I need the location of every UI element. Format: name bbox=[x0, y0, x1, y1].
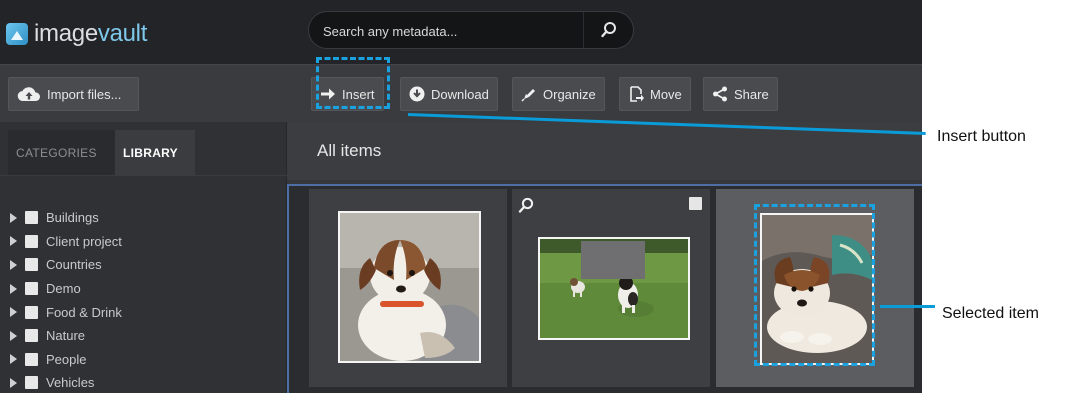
share-icon bbox=[713, 86, 727, 102]
selected-callout-line bbox=[880, 305, 935, 308]
expand-arrow-icon[interactable] bbox=[10, 259, 17, 270]
tree-item-nature[interactable]: Nature bbox=[10, 324, 122, 348]
expand-arrow-icon[interactable] bbox=[10, 377, 17, 388]
category-tree: Buildings Client project Countries Demo … bbox=[10, 206, 122, 393]
tree-item-label: Vehicles bbox=[46, 375, 95, 391]
logo-icon bbox=[6, 23, 28, 45]
download-label: Download bbox=[431, 86, 489, 102]
download-button[interactable]: Download bbox=[400, 77, 498, 111]
tree-item-label: Demo bbox=[46, 281, 81, 297]
share-label: Share bbox=[734, 86, 769, 102]
insert-callout-label: Insert button bbox=[937, 128, 1026, 145]
expand-arrow-icon[interactable] bbox=[10, 330, 17, 341]
logo-text-prefix: image bbox=[34, 20, 98, 47]
puppy-sitting-photo bbox=[340, 213, 479, 361]
organize-label: Organize bbox=[543, 86, 596, 102]
sidebar-tabs: CATEGORIES LIBRARY bbox=[8, 130, 195, 175]
tab-categories[interactable]: CATEGORIES bbox=[8, 130, 115, 175]
checkbox[interactable] bbox=[25, 282, 38, 296]
logo[interactable]: imagevault bbox=[6, 18, 147, 50]
tree-item-food-drink[interactable]: Food & Drink bbox=[10, 300, 122, 324]
selected-callout-label: Selected item bbox=[942, 305, 1039, 322]
checkbox[interactable] bbox=[25, 376, 38, 390]
top-bar: imagevault bbox=[0, 0, 922, 64]
expand-arrow-icon[interactable] bbox=[10, 236, 17, 247]
tabs-divider bbox=[0, 175, 287, 176]
selected-item-highlight-frame bbox=[754, 204, 875, 366]
insert-highlight-frame bbox=[316, 57, 390, 109]
search-icon bbox=[600, 22, 616, 38]
checkbox[interactable] bbox=[25, 258, 38, 272]
search-input[interactable] bbox=[323, 20, 573, 42]
search-button[interactable] bbox=[583, 12, 633, 48]
tree-item-vehicles[interactable]: Vehicles bbox=[10, 371, 122, 393]
logo-text: imagevault bbox=[34, 20, 147, 48]
expand-arrow-icon[interactable] bbox=[10, 354, 17, 365]
tree-item-label: Nature bbox=[46, 328, 86, 344]
screenshot-canvas: imagevault Import files... bbox=[0, 0, 1081, 393]
tree-item-countries[interactable]: Countries bbox=[10, 253, 122, 277]
tree-item-label: People bbox=[46, 351, 87, 367]
logo-text-suffix: vault bbox=[97, 20, 148, 47]
sidebar: CATEGORIES LIBRARY Buildings Client proj… bbox=[0, 122, 287, 393]
expand-arrow-icon[interactable] bbox=[10, 283, 17, 294]
checkbox[interactable] bbox=[25, 329, 38, 343]
checkbox[interactable] bbox=[25, 352, 38, 366]
tree-item-buildings[interactable]: Buildings bbox=[10, 206, 122, 230]
tree-item-label: Client project bbox=[46, 233, 122, 249]
tree-item-client-project[interactable]: Client project bbox=[10, 230, 122, 254]
tree-item-demo[interactable]: Demo bbox=[10, 277, 122, 301]
download-icon bbox=[409, 86, 425, 102]
action-toolbar: Import files... Insert Download Organize… bbox=[0, 64, 922, 122]
share-button[interactable]: Share bbox=[703, 77, 778, 111]
import-files-button[interactable]: Import files... bbox=[8, 77, 139, 111]
move-button[interactable]: Move bbox=[619, 77, 691, 111]
search-icon bbox=[518, 197, 534, 213]
organize-icon bbox=[521, 89, 535, 102]
tree-item-label: Food & Drink bbox=[46, 304, 122, 320]
tree-item-label: Countries bbox=[46, 257, 102, 273]
organize-button[interactable]: Organize bbox=[512, 77, 605, 111]
import-files-label: Import files... bbox=[47, 86, 122, 102]
cloud-upload-icon bbox=[17, 87, 41, 102]
expand-arrow-icon[interactable] bbox=[10, 212, 17, 223]
move-icon bbox=[630, 86, 644, 102]
checkbox[interactable] bbox=[25, 305, 38, 319]
grid-item[interactable] bbox=[512, 189, 710, 387]
search-box bbox=[308, 11, 634, 49]
tree-item-label: Buildings bbox=[46, 210, 99, 226]
checkbox[interactable] bbox=[25, 211, 38, 225]
checkbox[interactable] bbox=[25, 234, 38, 248]
tree-item-people[interactable]: People bbox=[10, 348, 122, 372]
placeholder-block bbox=[581, 241, 645, 279]
move-label: Move bbox=[650, 86, 682, 102]
tab-library[interactable]: LIBRARY bbox=[115, 130, 195, 175]
expand-arrow-icon[interactable] bbox=[10, 307, 17, 318]
select-checkbox[interactable] bbox=[689, 197, 702, 210]
grid-item[interactable] bbox=[309, 189, 507, 387]
zoom-button[interactable] bbox=[518, 197, 534, 218]
page-title: All items bbox=[317, 141, 382, 160]
thumbnail-image[interactable] bbox=[338, 211, 481, 363]
